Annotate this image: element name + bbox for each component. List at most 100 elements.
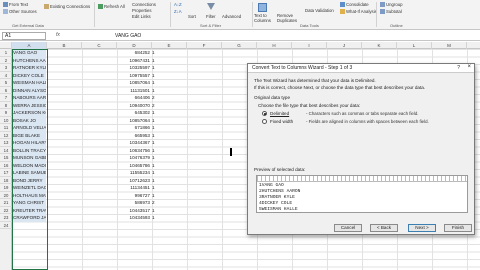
row-header[interactable]: 17	[0, 169, 12, 177]
cell-count[interactable]: 1	[152, 132, 156, 140]
cancel-button[interactable]: Cancel	[334, 224, 362, 232]
cell-id[interactable]: 684252	[117, 49, 150, 57]
row-header[interactable]: 20	[0, 192, 12, 199]
cell-name[interactable]: DINNAN ALYSO	[13, 86, 46, 94]
from-text-button[interactable]: From Text	[3, 2, 28, 8]
cell-name[interactable]: MUNSON GABE	[13, 154, 46, 162]
cell-count[interactable]: 1	[152, 184, 156, 192]
cell-count[interactable]: 1	[152, 169, 156, 177]
cell-name[interactable]: JACKERSON KORTNI	[13, 109, 46, 117]
cell-name[interactable]: DICKEY COLE	[13, 71, 46, 79]
cell-name[interactable]: ARNOLD VELIA	[13, 124, 46, 132]
column-header-b[interactable]: B	[47, 42, 82, 49]
cell-count[interactable]: 2	[152, 94, 156, 102]
column-header-j[interactable]: J	[327, 42, 362, 49]
cell-count[interactable]: 1	[152, 124, 156, 132]
column-header-g[interactable]: G	[222, 42, 257, 49]
cell-name[interactable]: WEISMAN HALLE	[13, 79, 46, 87]
cell-name[interactable]: HUTCHENS AARON	[13, 56, 46, 64]
row-header[interactable]: 9	[0, 109, 12, 117]
row-header[interactable]: 5	[0, 79, 12, 87]
help-icon[interactable]: ?	[457, 65, 460, 71]
cell-name[interactable]: LABINE SAMUEL	[13, 169, 46, 177]
cell-id[interactable]: 10465786	[117, 162, 150, 170]
column-header-c[interactable]: C	[82, 42, 117, 49]
row-header[interactable]: 18	[0, 177, 12, 184]
finish-button[interactable]: Finish	[444, 224, 472, 232]
row-header[interactable]: 23	[0, 214, 12, 222]
cell-id[interactable]: 11555234	[117, 169, 150, 177]
cell-id[interactable]: 10434593	[117, 214, 150, 222]
consolidate-button[interactable]: Consolidate	[340, 2, 369, 8]
row-header[interactable]: 10	[0, 117, 12, 124]
row-header[interactable]: 21	[0, 199, 12, 207]
row-header[interactable]: 1	[0, 49, 12, 57]
row-header[interactable]: 3	[0, 64, 12, 72]
row-header[interactable]: 7	[0, 94, 12, 102]
cell-id[interactable]: 665953	[117, 132, 150, 140]
cell-name[interactable]: BOLLIN TRACY	[13, 146, 46, 154]
advanced-button[interactable]: Advanced	[222, 14, 241, 19]
cell-name[interactable]: NABOURS AARON	[13, 94, 46, 102]
cell-count[interactable]: 2	[152, 199, 156, 207]
column-header-i[interactable]: I	[292, 42, 327, 49]
cell-name[interactable]: BOSAK JO	[13, 116, 46, 124]
row-header[interactable]: 6	[0, 87, 12, 94]
text-to-columns-button[interactable]: Text to Columns	[254, 13, 274, 23]
cell-id[interactable]: 586973	[117, 199, 150, 207]
row-header[interactable]: 11	[0, 124, 12, 132]
ungroup-button[interactable]: Ungroup	[380, 2, 402, 8]
cell-id[interactable]: 996727	[117, 192, 150, 200]
data-validation-button[interactable]: Data Validation	[305, 8, 334, 13]
cell-id[interactable]: 10975557	[117, 72, 150, 80]
column-header-e[interactable]: E	[152, 42, 187, 49]
cell-count[interactable]: 1	[152, 214, 156, 222]
row-header[interactable]: 2	[0, 57, 12, 64]
cell-count[interactable]: 1	[152, 72, 156, 80]
column-header-l[interactable]: L	[397, 42, 432, 49]
select-all-corner[interactable]	[0, 42, 12, 49]
cell-id[interactable]: 10712623	[117, 177, 150, 185]
cell-count[interactable]: 1	[152, 57, 156, 65]
cell-count[interactable]: 1	[152, 139, 156, 147]
cell-count[interactable]: 2	[152, 102, 156, 110]
cell-name[interactable]: HOLTHAUS MATT	[13, 191, 46, 199]
cell-name[interactable]: KREUTER TRAVIS	[13, 206, 46, 214]
fx-icon[interactable]: fx	[56, 32, 60, 38]
cell-id[interactable]: 11131501	[117, 87, 150, 95]
cell-count[interactable]: 1	[152, 64, 156, 72]
cell-name[interactable]: BOND JERRY	[13, 176, 46, 184]
existing-connections-button[interactable]: Existing Connections	[44, 4, 90, 10]
cell-id[interactable]: 671866	[117, 124, 150, 132]
cell-id[interactable]: 10940070	[117, 102, 150, 110]
column-header-n[interactable]: N	[467, 42, 480, 49]
sort-za-icon[interactable]: Z↓A	[174, 9, 182, 14]
row-header[interactable]: 22	[0, 207, 12, 214]
filter-button[interactable]: Filter	[206, 14, 216, 19]
cell-id[interactable]: 10634756	[117, 147, 150, 155]
next-button[interactable]: Next >	[408, 224, 436, 232]
row-header[interactable]: 13	[0, 139, 12, 147]
cell-name[interactable]: HOGAN HILARY	[13, 139, 46, 147]
close-icon[interactable]: ×	[467, 64, 471, 70]
column-header-a[interactable]: A	[12, 42, 47, 49]
name-box[interactable]: A1	[2, 32, 46, 40]
row-header[interactable]: 12	[0, 132, 12, 139]
row-header[interactable]: 16	[0, 162, 12, 169]
cell-name[interactable]: YANG CHRIST	[13, 199, 46, 207]
column-header-k[interactable]: K	[362, 42, 397, 49]
what-if-analysis-button[interactable]: What-If Analysis	[340, 9, 377, 15]
cell-id[interactable]: 10857064	[117, 117, 150, 125]
delimited-radio[interactable]	[262, 111, 267, 116]
back-button[interactable]: < Back	[370, 224, 398, 232]
cell-name[interactable]: RATNOER KYLE	[13, 64, 46, 72]
cell-count[interactable]: 1	[152, 109, 156, 117]
cell-count[interactable]: 1	[152, 162, 156, 170]
cell-count[interactable]: 1	[152, 147, 156, 155]
cell-count[interactable]: 1	[152, 192, 156, 200]
subtotal-button[interactable]: Subtotal	[380, 9, 402, 15]
cell-id[interactable]: 10476379	[117, 154, 150, 162]
cell-count[interactable]: 1	[152, 49, 156, 57]
cell-name[interactable]: WELDON MADISO	[13, 161, 46, 169]
row-header[interactable]: 19	[0, 184, 12, 192]
